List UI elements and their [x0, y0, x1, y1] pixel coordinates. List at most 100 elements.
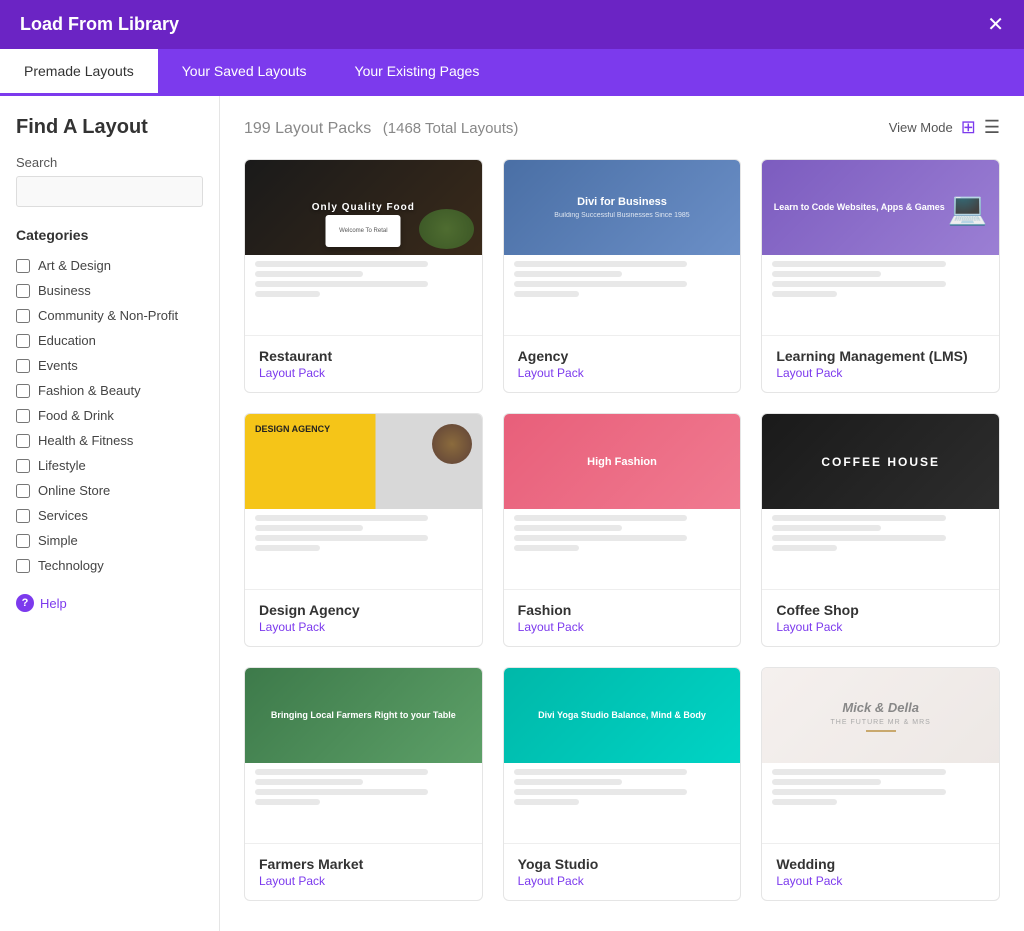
- layout-card-farmers[interactable]: Bringing Local Farmers Right to your Tab…: [244, 667, 483, 901]
- card-preview-farmers: Bringing Local Farmers Right to your Tab…: [245, 668, 482, 843]
- layout-card-restaurant[interactable]: Only Quality Food Welcome To Retal Resta…: [244, 159, 483, 393]
- category-label-community: Community & Non-Profit: [38, 308, 178, 323]
- tab-existing[interactable]: Your Existing Pages: [331, 49, 504, 96]
- preview-line: [772, 769, 945, 775]
- card-name-farmers: Farmers Market: [259, 856, 468, 872]
- preview-line: [772, 291, 837, 297]
- category-checkbox-community[interactable]: [16, 309, 30, 323]
- category-label-business: Business: [38, 283, 91, 298]
- card-preview-design-agency: DESIGN AGENCY: [245, 414, 482, 589]
- help-button[interactable]: ? Help: [16, 594, 203, 612]
- modal-close-button[interactable]: ✕: [987, 15, 1004, 35]
- preview-line: [514, 281, 687, 287]
- card-type-yoga: Layout Pack: [518, 874, 727, 888]
- preview-line: [255, 535, 428, 541]
- preview-line: [255, 779, 363, 785]
- category-item-community[interactable]: Community & Non-Profit: [16, 303, 203, 328]
- category-item-art[interactable]: Art & Design: [16, 253, 203, 278]
- card-type-farmers: Layout Pack: [259, 874, 468, 888]
- preview-line: [772, 779, 880, 785]
- category-checkbox-online[interactable]: [16, 484, 30, 498]
- category-item-online[interactable]: Online Store: [16, 478, 203, 503]
- category-item-fashion[interactable]: Fashion & Beauty: [16, 378, 203, 403]
- card-info-restaurant: Restaurant Layout Pack: [245, 335, 482, 392]
- card-preview-restaurant: Only Quality Food Welcome To Retal: [245, 160, 482, 335]
- search-input[interactable]: [16, 176, 203, 207]
- modal-container: Load From Library ✕ Premade Layouts Your…: [0, 0, 1024, 931]
- preview-line: [514, 799, 579, 805]
- tab-saved[interactable]: Your Saved Layouts: [158, 49, 331, 96]
- category-checkbox-business[interactable]: [16, 284, 30, 298]
- category-item-health[interactable]: Health & Fitness: [16, 428, 203, 453]
- layout-card-fashion[interactable]: High Fashion Fashion Layout Pack: [503, 413, 742, 647]
- preview-line: [514, 271, 622, 277]
- category-label-lifestyle: Lifestyle: [38, 458, 86, 473]
- category-item-food[interactable]: Food & Drink: [16, 403, 203, 428]
- layout-card-lms[interactable]: Learn to Code Websites, Apps & Games 💻 L…: [761, 159, 1000, 393]
- preview-line: [772, 545, 837, 551]
- category-checkbox-education[interactable]: [16, 334, 30, 348]
- modal-title: Load From Library: [20, 14, 179, 35]
- card-preview-bottom-yoga: [504, 763, 741, 843]
- preview-line: [772, 789, 945, 795]
- card-name-wedding: Wedding: [776, 856, 985, 872]
- category-label-online: Online Store: [38, 483, 110, 498]
- preview-line: [255, 525, 363, 531]
- main-header: 199 Layout Packs (1468 Total Layouts) Vi…: [244, 116, 1000, 139]
- card-preview-bottom-wedding: [762, 763, 999, 843]
- categories-list: Art & Design Business Community & Non-Pr…: [16, 253, 203, 578]
- card-preview-bottom-design-agency: [245, 509, 482, 589]
- category-checkbox-events[interactable]: [16, 359, 30, 373]
- category-label-health: Health & Fitness: [38, 433, 133, 448]
- main-content: 199 Layout Packs (1468 Total Layouts) Vi…: [220, 96, 1024, 931]
- preview-line: [255, 271, 363, 277]
- layout-card-yoga[interactable]: Divi Yoga Studio Balance, Mind & Body Yo…: [503, 667, 742, 901]
- category-item-events[interactable]: Events: [16, 353, 203, 378]
- card-preview-bottom-lms: [762, 255, 999, 335]
- category-label-education: Education: [38, 333, 96, 348]
- category-item-lifestyle[interactable]: Lifestyle: [16, 453, 203, 478]
- category-checkbox-technology[interactable]: [16, 559, 30, 573]
- list-view-icon[interactable]: ☰: [984, 117, 1000, 138]
- category-label-events: Events: [38, 358, 78, 373]
- category-checkbox-art[interactable]: [16, 259, 30, 273]
- category-checkbox-lifestyle[interactable]: [16, 459, 30, 473]
- search-label: Search: [16, 155, 203, 170]
- card-preview-agency: Divi for Business Building Successful Bu…: [504, 160, 741, 335]
- preview-line: [255, 261, 428, 267]
- category-checkbox-fashion[interactable]: [16, 384, 30, 398]
- card-preview-wedding: Mick & Della THE FUTURE MR & MRS: [762, 668, 999, 843]
- category-label-technology: Technology: [38, 558, 104, 573]
- card-info-agency: Agency Layout Pack: [504, 335, 741, 392]
- category-checkbox-simple[interactable]: [16, 534, 30, 548]
- grid-view-icon[interactable]: ⊞: [961, 117, 976, 138]
- card-type-design-agency: Layout Pack: [259, 620, 468, 634]
- card-info-fashion: Fashion Layout Pack: [504, 589, 741, 646]
- card-name-lms: Learning Management (LMS): [776, 348, 985, 364]
- category-item-business[interactable]: Business: [16, 278, 203, 303]
- card-info-design-agency: Design Agency Layout Pack: [245, 589, 482, 646]
- card-preview-bottom-agency: [504, 255, 741, 335]
- card-type-agency: Layout Pack: [518, 366, 727, 380]
- layout-card-coffee[interactable]: COFFEE HOUSE Coffee Shop Layout Pack: [761, 413, 1000, 647]
- preview-line: [772, 525, 880, 531]
- category-checkbox-services[interactable]: [16, 509, 30, 523]
- preview-line: [514, 769, 687, 775]
- layout-card-wedding[interactable]: Mick & Della THE FUTURE MR & MRS Wedding…: [761, 667, 1000, 901]
- category-checkbox-food[interactable]: [16, 409, 30, 423]
- category-item-simple[interactable]: Simple: [16, 528, 203, 553]
- category-item-technology[interactable]: Technology: [16, 553, 203, 578]
- category-item-services[interactable]: Services: [16, 503, 203, 528]
- card-info-yoga: Yoga Studio Layout Pack: [504, 843, 741, 900]
- tab-premade[interactable]: Premade Layouts: [0, 49, 158, 96]
- card-preview-bottom-coffee: [762, 509, 999, 589]
- category-checkbox-health[interactable]: [16, 434, 30, 448]
- card-preview-yoga: Divi Yoga Studio Balance, Mind & Body: [504, 668, 741, 843]
- category-item-education[interactable]: Education: [16, 328, 203, 353]
- card-info-farmers: Farmers Market Layout Pack: [245, 843, 482, 900]
- layout-card-agency[interactable]: Divi for Business Building Successful Bu…: [503, 159, 742, 393]
- layout-card-design-agency[interactable]: DESIGN AGENCY Design Agency Layout Pack: [244, 413, 483, 647]
- preview-line: [772, 799, 837, 805]
- card-preview-lms: Learn to Code Websites, Apps & Games 💻: [762, 160, 999, 335]
- preview-line: [514, 515, 687, 521]
